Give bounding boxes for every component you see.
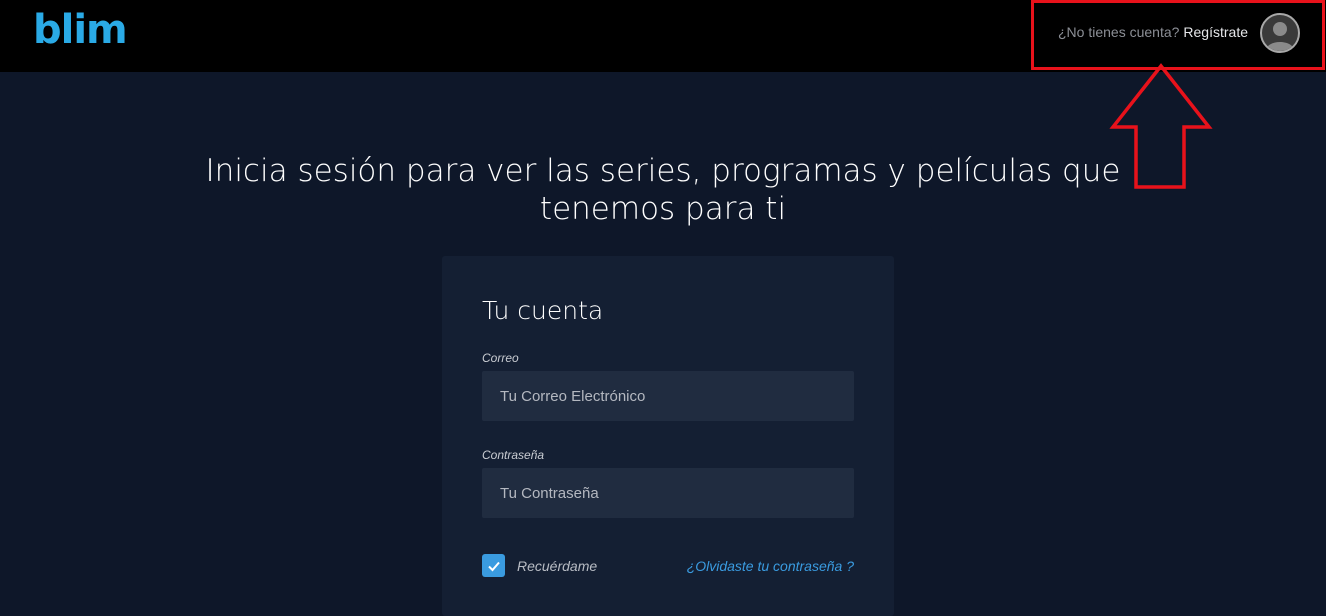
forgot-password-link[interactable]: ¿Olvidaste tu contraseña ? [687, 558, 854, 574]
annotation-highlight-box [1031, 0, 1325, 70]
email-label: Correo [482, 351, 519, 365]
remember-me-checkbox[interactable] [482, 554, 505, 577]
remember-me-label: Recuérdame [517, 557, 598, 574]
email-field[interactable] [482, 371, 854, 421]
checkmark-icon [487, 561, 500, 571]
card-title: Tu cuenta [482, 296, 604, 325]
blim-logo[interactable]: blim [33, 10, 128, 50]
remember-me-control[interactable]: Recuérdame [482, 554, 597, 577]
password-field[interactable] [482, 468, 854, 518]
page-headline: Inicia sesión para ver las series, progr… [205, 153, 1121, 227]
password-label: Contraseña [482, 448, 545, 462]
login-card: Tu cuenta Correo Contraseña Recuérdame ¿… [442, 256, 894, 616]
